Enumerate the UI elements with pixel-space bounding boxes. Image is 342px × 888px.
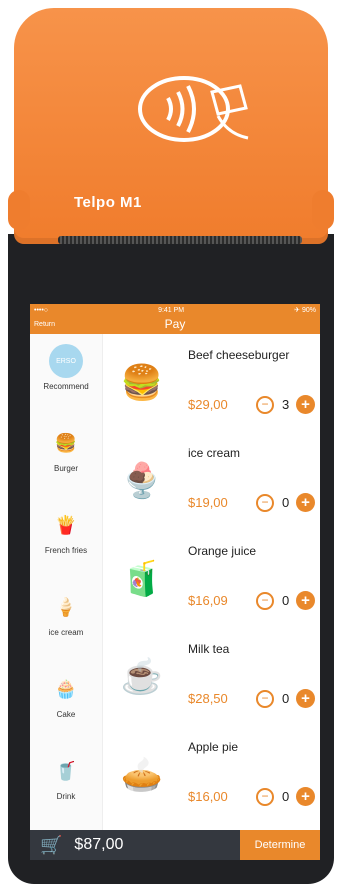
- determine-button[interactable]: Determine: [240, 830, 320, 860]
- pie-icon: 🥧: [120, 756, 164, 794]
- device-brand: Telpo M1: [74, 194, 142, 211]
- product-row: 🍨 ice cream $19,00 − 0 +: [106, 432, 320, 530]
- cart-icon[interactable]: 🛒: [40, 835, 62, 856]
- product-price: $16,00: [188, 789, 228, 804]
- fries-icon: 🍟: [54, 514, 78, 535]
- product-name: ice cream: [188, 446, 241, 460]
- icecream-icon: 🍦: [54, 596, 78, 617]
- product-name: Apple pie: [188, 740, 239, 754]
- product-price: $29,00: [188, 397, 228, 412]
- product-price: $19,00: [188, 495, 228, 510]
- increase-button[interactable]: +: [296, 689, 315, 708]
- decrease-button[interactable]: −: [256, 396, 274, 414]
- product-row: 🧃 Orange juice $16,09 − 0 +: [106, 530, 320, 628]
- sidebar-item-label: Cake: [56, 710, 76, 719]
- recommend-icon: ERSO: [49, 344, 83, 378]
- product-qty: 0: [282, 593, 290, 608]
- drink-icon: 🥤: [54, 760, 78, 781]
- printer-slot: [58, 236, 302, 244]
- product-qty: 0: [282, 789, 290, 804]
- app-screen: ••••○ 9:41 PM ✈ 90% Return Pay ERSO Reco…: [30, 304, 320, 860]
- sidebar-item-label: Recommend: [43, 382, 89, 391]
- contactless-icon: [138, 76, 249, 142]
- product-price: $28,50: [188, 691, 228, 706]
- side-bump-left: [8, 190, 30, 230]
- battery: ✈ 90%: [294, 307, 316, 314]
- burger-icon: 🍔: [54, 432, 78, 453]
- cart-total: $87,00: [74, 836, 124, 853]
- product-row: 🥧 Apple pie $16,00 − 0 +: [106, 726, 320, 824]
- product-list: 🍔 Beef cheeseburger $29,00 − 3 + 🍨 ice c…: [106, 334, 320, 830]
- sidebar-item-label: Drink: [56, 792, 76, 801]
- decrease-button[interactable]: −: [256, 592, 274, 610]
- product-name: Milk tea: [188, 642, 230, 656]
- sidebar-item-cake[interactable]: 🧁 Cake: [30, 662, 102, 742]
- product-row: ☕ Milk tea $28,50 − 0 +: [106, 628, 320, 726]
- sidebar-item-label: ice cream: [48, 628, 84, 637]
- product-price: $16,09: [188, 593, 228, 608]
- sidebar-item-drink[interactable]: 🥤 Drink: [30, 744, 102, 824]
- cake-icon: 🧁: [54, 678, 78, 699]
- sidebar-item-label: Burger: [53, 464, 78, 473]
- status-bar: ••••○ 9:41 PM ✈ 90%: [30, 304, 320, 316]
- printer-head: Telpo M1: [8, 8, 334, 244]
- sidebar-item-label: French fries: [44, 546, 88, 555]
- carrier: ••••○: [34, 306, 49, 314]
- burger-icon: 🍔: [120, 364, 164, 402]
- increase-button[interactable]: +: [296, 493, 315, 512]
- checkout-bar: 🛒 $87,00 Determine: [30, 830, 320, 860]
- increase-button[interactable]: +: [296, 591, 315, 610]
- side-bump-right: [312, 190, 334, 230]
- increase-button[interactable]: +: [296, 395, 315, 414]
- page-title: Pay: [164, 317, 186, 331]
- milk-tea-icon: ☕: [120, 658, 164, 696]
- increase-button[interactable]: +: [296, 787, 315, 806]
- sidebar-item-ice-cream[interactable]: 🍦 ice cream: [30, 580, 102, 660]
- product-name: Beef cheeseburger: [188, 348, 290, 362]
- nav-bar: Return Pay: [30, 316, 320, 334]
- juice-icon: 🧃: [120, 560, 164, 598]
- sidebar-item-french-fries[interactable]: 🍟 French fries: [30, 498, 102, 578]
- product-qty: 0: [282, 495, 290, 510]
- product-name: Orange juice: [188, 544, 257, 558]
- product-qty: 3: [282, 397, 290, 412]
- icecream-icon: 🍨: [120, 462, 164, 500]
- decrease-button[interactable]: −: [256, 494, 274, 512]
- product-row: 🍔 Beef cheeseburger $29,00 − 3 +: [106, 334, 320, 432]
- clock: 9:41 PM: [158, 306, 185, 314]
- sidebar-item-recommend[interactable]: ERSO Recommend: [30, 334, 102, 414]
- decrease-button[interactable]: −: [256, 690, 274, 708]
- product-qty: 0: [282, 691, 290, 706]
- category-sidebar: ERSO Recommend 🍔 Burger 🍟 French fries 🍦…: [30, 334, 103, 830]
- decrease-button[interactable]: −: [256, 788, 274, 806]
- sidebar-item-burger[interactable]: 🍔 Burger: [30, 416, 102, 496]
